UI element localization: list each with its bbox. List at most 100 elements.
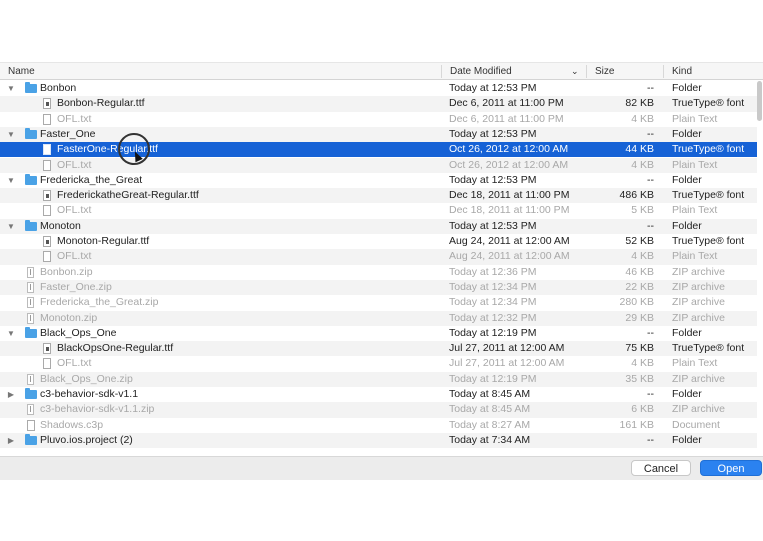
folder-row[interactable]: ▼ Black_Ops_One Today at 12:19 PM -- Folder	[0, 326, 757, 341]
file-name: Bonbon-Regular.ttf	[57, 97, 145, 110]
file-row[interactable]: Monoton-Regular.ttf Aug 24, 2011 at 12:00…	[0, 234, 757, 249]
file-size: 82 KB	[625, 97, 654, 110]
file-row[interactable]: OFL.txt Jul 27, 2011 at 12:00 AM 4 KB Plain…	[0, 356, 757, 371]
name-column-header[interactable]: Name	[8, 63, 35, 80]
sort-chevron-down-icon[interactable]: ⌄	[571, 63, 579, 80]
font-file-icon	[43, 144, 51, 156]
file-name: OFL.txt	[57, 204, 92, 217]
file-name: OFL.txt	[57, 357, 92, 370]
file-kind: Folder	[672, 388, 702, 400]
file-row[interactable]: OFL.txt Dec 6, 2011 at 11:00 PM 4 KB Plain …	[0, 112, 757, 127]
zip-archive-icon	[27, 266, 34, 278]
file-row[interactable]: Monoton.zip Today at 12:32 PM 29 KB ZIP arc…	[0, 310, 757, 326]
disclosure-triangle-open-icon[interactable]: ▼	[6, 81, 16, 96]
folder-icon	[25, 433, 37, 445]
file-size: 161 KB	[619, 418, 654, 431]
file-open-dialog: Name Date Modified ⌄ Size Kind ▼ Bonbon To…	[0, 60, 763, 480]
date-modified: Dec 6, 2011 at 11:00 PM	[449, 112, 564, 125]
file-row[interactable]: Shadows.c3p Today at 8:27 AM 161 KB Documen…	[0, 418, 757, 433]
file-name: Bonbon	[40, 82, 77, 94]
file-size: 35 KB	[625, 372, 654, 385]
document-icon	[27, 419, 35, 431]
file-size: 486 KB	[619, 189, 654, 202]
disclosure-triangle-closed-icon[interactable]: ▶	[6, 433, 16, 448]
file-row[interactable]: FrederickatheGreat-Regular.ttf Dec 18, 20…	[0, 188, 757, 204]
zip-archive-icon	[27, 404, 34, 416]
file-name: Monoton-Regular.ttf	[57, 235, 150, 247]
file-row[interactable]: OFL.txt Dec 18, 2011 at 11:00 PM 5 KB Plain…	[0, 203, 757, 218]
disclosure-triangle-closed-icon[interactable]: ▶	[6, 387, 16, 402]
file-name: OFL.txt	[57, 158, 92, 171]
folder-row[interactable]: ▼ Bonbon Today at 12:53 PM -- Folder	[0, 81, 757, 96]
column-divider[interactable]	[441, 65, 442, 78]
column-divider[interactable]	[586, 65, 587, 78]
date-modified: Dec 18, 2011 at 11:00 PM	[449, 189, 570, 202]
date-modified: Today at 12:34 PM	[449, 280, 537, 293]
file-list[interactable]: ▼ Bonbon Today at 12:53 PM -- Folder Bonbon-R…	[0, 81, 763, 456]
date-modified: Today at 12:53 PM	[449, 173, 537, 186]
text-file-icon	[43, 159, 51, 171]
file-row[interactable]: OFL.txt Oct 26, 2012 at 12:00 AM 4 KB Plain…	[0, 157, 757, 173]
file-size: 4 KB	[631, 112, 654, 125]
file-kind: Plain Text	[672, 112, 718, 125]
file-size: 6 KB	[631, 403, 654, 416]
date-modified: Today at 12:34 PM	[449, 296, 537, 309]
text-file-icon	[43, 251, 51, 263]
font-file-icon	[43, 190, 51, 202]
date-modified: Oct 26, 2012 at 12:00 AM	[449, 158, 569, 171]
file-kind: Folder	[672, 127, 702, 140]
disclosure-triangle-open-icon[interactable]: ▼	[6, 326, 16, 341]
disclosure-triangle-open-icon[interactable]: ▼	[6, 219, 16, 234]
folder-row[interactable]: ▼ Monoton Today at 12:53 PM -- Folder	[0, 218, 757, 234]
folder-icon	[25, 326, 37, 338]
file-row[interactable]: c3-behavior-sdk-v1.1.zip Today at 8:45 AM…	[0, 402, 757, 418]
file-row[interactable]: Fredericka_the_Great.zip Today at 12:34 P…	[0, 295, 757, 310]
file-name: Bonbon.zip	[40, 265, 93, 278]
disclosure-triangle-open-icon[interactable]: ▼	[6, 127, 16, 142]
open-button[interactable]: Open	[700, 460, 762, 476]
file-row[interactable]: Black_Ops_One.zip Today at 12:19 PM 35 KB Z…	[0, 371, 757, 387]
date-modified: Today at 12:53 PM	[449, 219, 537, 232]
file-size: --	[647, 433, 654, 446]
disclosure-triangle-open-icon[interactable]: ▼	[6, 173, 16, 188]
file-size: 46 KB	[625, 265, 654, 278]
date-modified: Today at 12:32 PM	[449, 311, 537, 324]
file-name: Pluvo.ios.project (2)	[40, 433, 133, 446]
text-file-icon	[43, 113, 51, 125]
file-kind: ZIP archive	[672, 403, 725, 416]
cancel-button[interactable]: Cancel	[631, 460, 691, 476]
file-row[interactable]: FasterOne-Regular.ttf Oct 26, 2012 at 12:…	[0, 142, 757, 158]
folder-icon	[25, 127, 37, 139]
file-size: --	[647, 127, 654, 140]
folder-icon	[25, 219, 37, 231]
file-size: 4 KB	[631, 357, 654, 370]
file-row[interactable]: Bonbon.zip Today at 12:36 PM 46 KB ZIP arch…	[0, 265, 757, 280]
date-modified: Dec 6, 2011 at 11:00 PM	[449, 97, 564, 110]
date-modified-column-header[interactable]: Date Modified	[450, 63, 512, 80]
size-column-header[interactable]: Size	[595, 63, 614, 80]
date-modified: Today at 12:19 PM	[449, 326, 537, 339]
file-row[interactable]: BlackOpsOne-Regular.ttf Jul 27, 2011 at 1…	[0, 341, 757, 357]
folder-row[interactable]: ▼ Faster_One Today at 12:53 PM -- Folder	[0, 126, 757, 143]
file-row[interactable]: Bonbon-Regular.ttf Dec 6, 2011 at 11:00 P…	[0, 96, 757, 112]
zip-archive-icon	[27, 373, 34, 385]
column-divider[interactable]	[663, 65, 664, 78]
file-kind: Plain Text	[672, 357, 718, 370]
file-kind: Folder	[672, 82, 702, 94]
file-kind: TrueType® font	[672, 342, 745, 355]
file-row[interactable]: OFL.txt Aug 24, 2011 at 12:00 AM 4 KB Plain…	[0, 249, 757, 265]
file-row[interactable]: Faster_One.zip Today at 12:34 PM 22 KB ZIP …	[0, 279, 757, 296]
folder-icon	[25, 82, 37, 93]
folder-row[interactable]: ▼ Fredericka_the_Great Today at 12:53 PM --…	[0, 173, 757, 188]
folder-row[interactable]: ▶ c3-behavior-sdk-v1.1 Today at 8:45 AM -- F…	[0, 387, 757, 402]
folder-row[interactable]: ▶ Pluvo.ios.project (2) Today at 7:34 AM --…	[0, 432, 757, 449]
file-kind: Folder	[672, 326, 702, 339]
kind-column-header[interactable]: Kind	[672, 63, 692, 80]
file-name: c3-behavior-sdk-v1.1	[40, 388, 139, 400]
date-modified: Aug 24, 2011 at 12:00 AM	[449, 250, 570, 263]
file-name: Black_Ops_One	[40, 326, 117, 339]
file-size: --	[647, 219, 654, 232]
font-file-icon	[43, 236, 51, 247]
date-modified: Jul 27, 2011 at 12:00 AM	[449, 342, 565, 355]
vertical-scrollbar[interactable]	[757, 81, 762, 121]
